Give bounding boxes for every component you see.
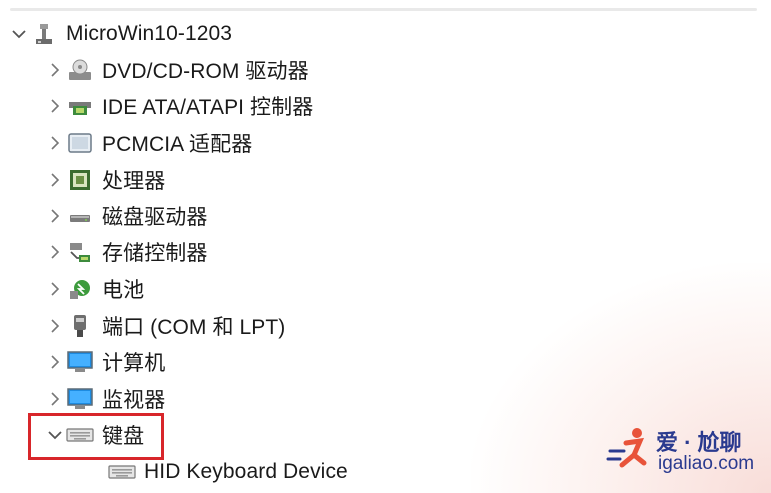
battery-icon xyxy=(66,276,94,302)
keyboard-highlight-box xyxy=(28,413,164,460)
monitor-icon xyxy=(66,386,94,412)
tree-root[interactable]: MicroWin10-1203 xyxy=(8,16,232,52)
tree-item-dvd[interactable]: DVD/CD-ROM 驱动器 xyxy=(44,52,309,88)
storage-controller-icon xyxy=(66,239,94,265)
tree-item-label: 监视器 xyxy=(102,389,166,412)
chevron-right-icon[interactable] xyxy=(44,315,66,337)
tree-item-ide[interactable]: IDE ATA/ATAPI 控制器 xyxy=(44,88,313,124)
tree-item-disk-drive[interactable]: 磁盘驱动器 xyxy=(44,198,208,234)
tree-item-monitor[interactable]: 监视器 xyxy=(44,381,165,417)
tree-item-pcmcia[interactable]: PCMCIA 适配器 xyxy=(44,125,252,161)
tree-child-label: HID Keyboard Device xyxy=(144,460,348,483)
chevron-right-icon[interactable] xyxy=(44,388,66,410)
runner-logo-icon xyxy=(606,428,647,468)
tree-item-label: 处理器 xyxy=(102,170,166,193)
tree-item-label: DVD/CD-ROM 驱动器 xyxy=(102,60,309,83)
top-divider xyxy=(10,8,757,11)
tree-item-battery[interactable]: 电池 xyxy=(44,271,144,307)
watermark: 爱 · 尬聊 igaliao.com xyxy=(606,421,766,483)
chevron-down-icon[interactable] xyxy=(8,23,30,45)
tree-item-ports[interactable]: 端口 (COM 和 LPT) xyxy=(44,308,285,344)
ide-controller-icon xyxy=(66,93,94,119)
pcmcia-adapter-icon xyxy=(66,130,94,156)
disk-drive-icon xyxy=(66,203,94,229)
tree-item-processor[interactable]: 处理器 xyxy=(44,162,165,198)
chevron-right-icon[interactable] xyxy=(44,169,66,191)
chevron-right-icon[interactable] xyxy=(44,132,66,154)
tree-item-label: 端口 (COM 和 LPT) xyxy=(102,316,286,339)
keyboard-icon xyxy=(108,459,136,485)
tree-item-label: 电池 xyxy=(102,279,145,302)
chevron-right-icon[interactable] xyxy=(44,205,66,227)
tree-item-label: 存储控制器 xyxy=(102,242,208,265)
tree-item-label: 计算机 xyxy=(102,352,166,375)
chevron-right-icon[interactable] xyxy=(44,278,66,300)
chevron-right-icon[interactable] xyxy=(44,241,66,263)
tree-root-label: MicroWin10-1203 xyxy=(66,22,233,45)
computer-monitor-icon xyxy=(66,349,94,375)
tree-item-label: PCMCIA 适配器 xyxy=(102,133,253,156)
port-icon xyxy=(66,313,94,339)
watermark-url: igaliao.com xyxy=(658,453,755,474)
tree-item-storage-controller[interactable]: 存储控制器 xyxy=(44,234,208,270)
chevron-right-icon[interactable] xyxy=(44,351,66,373)
tree-item-label: 磁盘驱动器 xyxy=(102,206,208,229)
tree-item-computer[interactable]: 计算机 xyxy=(44,344,165,380)
computer-network-icon xyxy=(30,21,58,47)
chevron-right-icon[interactable] xyxy=(44,95,66,117)
chevron-right-icon[interactable] xyxy=(44,59,66,81)
processor-icon xyxy=(66,167,94,193)
tree-item-label: IDE ATA/ATAPI 控制器 xyxy=(102,96,314,119)
dvd-drive-icon xyxy=(66,57,94,83)
